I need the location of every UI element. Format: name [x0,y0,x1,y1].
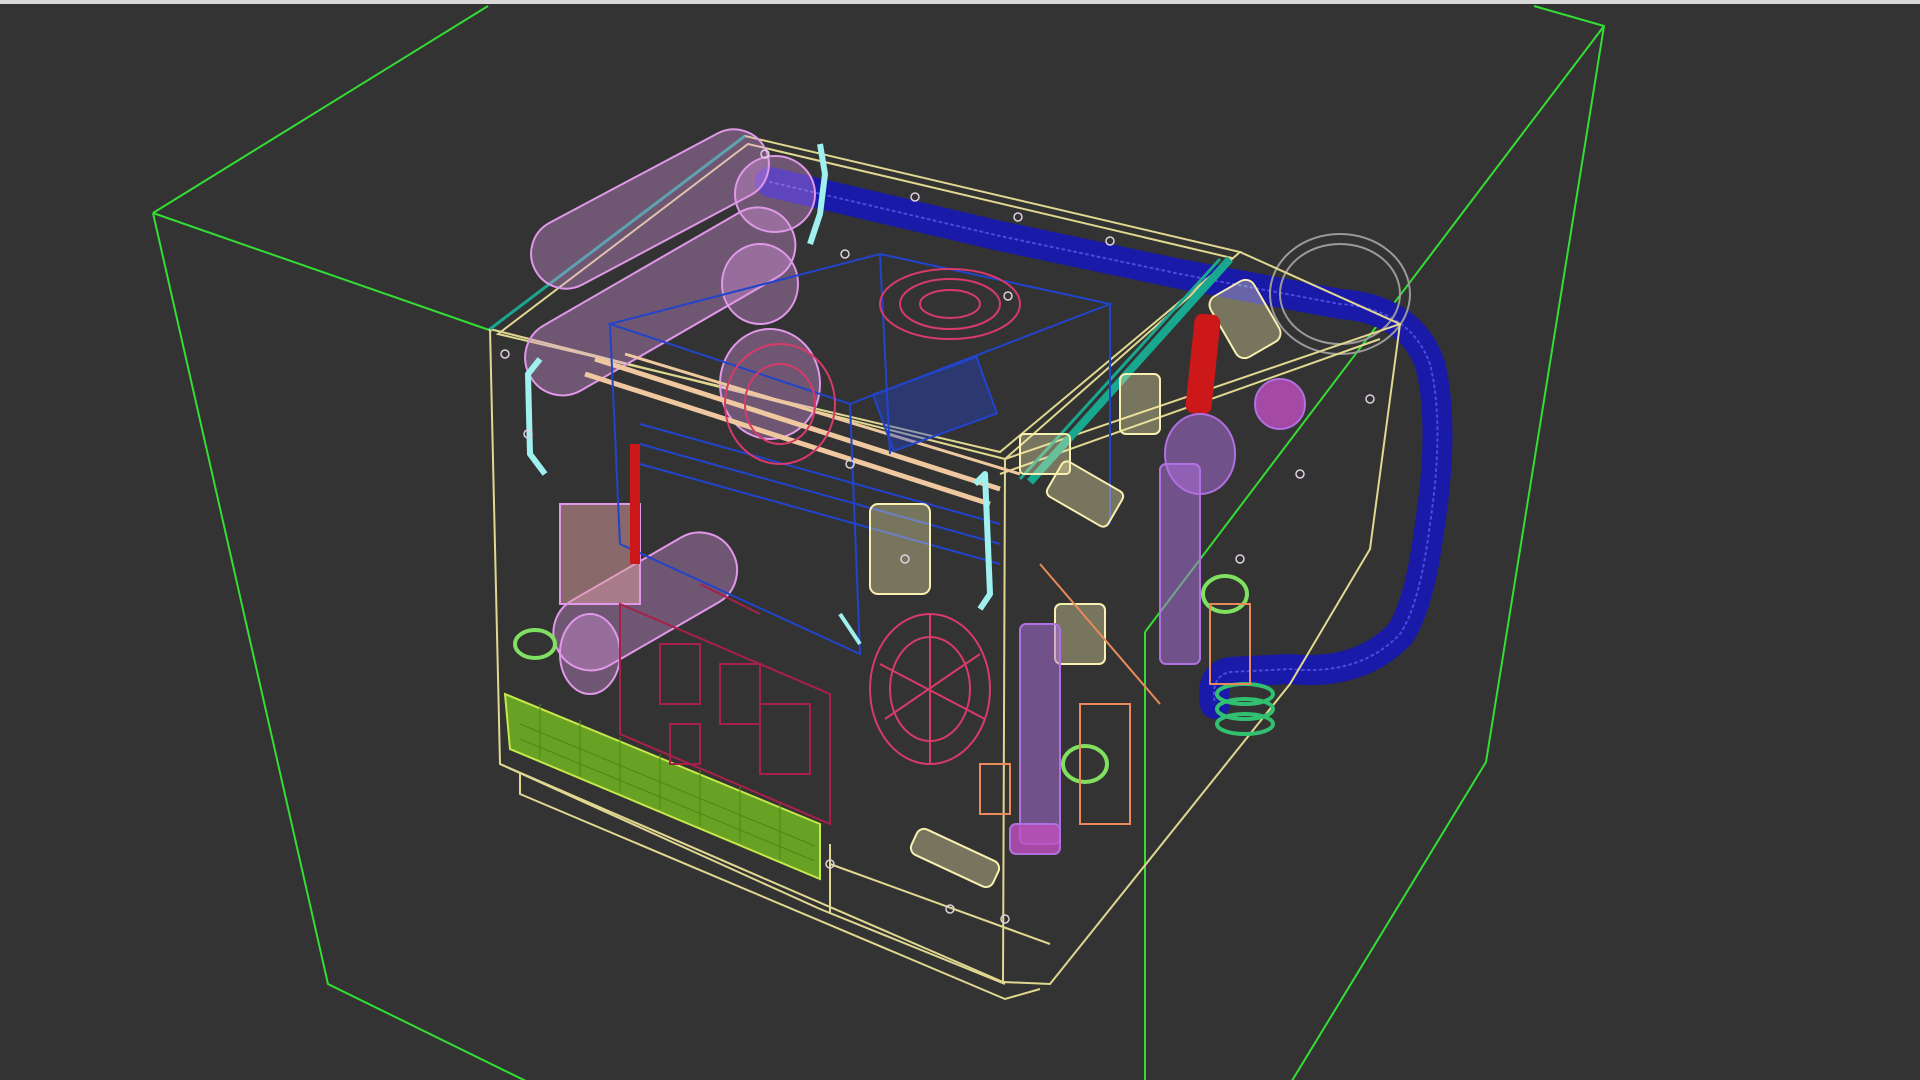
red-rod [630,444,640,564]
pink-cylinders [524,128,821,695]
wireframe-scene[interactable] [0,4,1920,1080]
red-tube [1185,313,1221,415]
yellow-components [869,278,1282,889]
3d-viewport[interactable] [0,0,1920,1080]
